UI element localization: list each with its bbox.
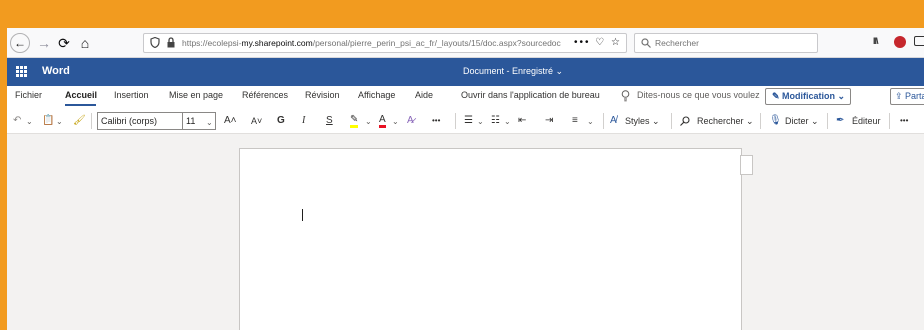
styles-button[interactable]: Styles ⌄	[625, 114, 660, 128]
highlight-icon[interactable]: ✎	[350, 114, 359, 128]
paste-icon[interactable]: 📋	[42, 114, 54, 128]
chevron-down-icon[interactable]: ⌄	[365, 117, 372, 126]
lightbulb-icon	[621, 90, 630, 102]
tab-references[interactable]: Références	[242, 90, 288, 100]
back-arrow-icon[interactable]: ←	[10, 33, 30, 53]
font-size-value: 11	[186, 116, 196, 126]
divider	[827, 113, 828, 129]
document-canvas	[7, 134, 924, 330]
divider	[889, 113, 890, 129]
url-domain: my.sharepoint.com	[241, 38, 313, 48]
page-actions[interactable]: ••• ♡ ☆	[574, 34, 622, 52]
font-size-dropdown[interactable]: 11 ⌄	[182, 112, 216, 130]
library-icon[interactable]: II\	[873, 36, 878, 46]
shield-icon[interactable]	[150, 37, 160, 48]
bullets-icon[interactable]: ☰	[464, 114, 473, 128]
forward-arrow-icon[interactable]: →	[34, 33, 54, 53]
chevron-down-icon[interactable]: ⌄	[504, 117, 511, 126]
document-title[interactable]: Document - Enregistré ⌄	[463, 66, 563, 77]
divider	[671, 113, 672, 129]
search-placeholder: Rechercher	[655, 38, 699, 48]
divider	[603, 113, 604, 129]
italic-button[interactable]: I	[302, 114, 305, 128]
tab-aide[interactable]: Aide	[415, 90, 433, 100]
tab-fichier[interactable]: Fichier	[15, 90, 42, 100]
app-launcher-icon[interactable]	[16, 66, 27, 77]
undo-icon[interactable]: ↶	[13, 114, 21, 128]
tell-me-search[interactable]: Dites-nous ce que vous voulez	[637, 90, 760, 100]
shrink-font-button[interactable]: A˅	[251, 114, 262, 128]
bold-button[interactable]: G	[277, 114, 285, 128]
chevron-down-icon[interactable]: ⌄	[392, 117, 399, 126]
divider	[91, 113, 92, 129]
font-name-value: Calibri (corps)	[101, 116, 158, 126]
sidebar-icon[interactable]	[914, 36, 924, 46]
chevron-down-icon[interactable]: ⌄	[26, 117, 33, 126]
more-font-options-button[interactable]: •••	[432, 114, 440, 128]
decrease-indent-icon[interactable]: ⇤	[518, 114, 526, 128]
editor-button[interactable]: Éditeur	[852, 114, 881, 128]
tab-accueil[interactable]: Accueil	[65, 90, 97, 100]
app-name[interactable]: Word	[42, 65, 70, 77]
microphone-icon[interactable]: 🎙	[769, 114, 782, 128]
home-icon[interactable]: ⌂	[75, 33, 95, 53]
lock-icon[interactable]	[166, 37, 176, 48]
ublock-icon[interactable]	[894, 36, 906, 48]
chevron-down-icon: ⌄	[206, 118, 213, 127]
reload-icon[interactable]: ⟳	[54, 33, 74, 53]
tab-insertion[interactable]: Insertion	[114, 90, 149, 100]
browser-toolbar: ← → ⟳ ⌂ https://ecolepsi-my.sharepoint.c…	[7, 28, 924, 58]
ribbon-tabs: Fichier Accueil Insertion Mise en page R…	[7, 86, 924, 108]
tab-mise-en-page[interactable]: Mise en page	[169, 90, 223, 100]
font-color-icon[interactable]: A	[379, 114, 386, 128]
active-tab-indicator	[65, 104, 96, 106]
numbering-icon[interactable]: ☷	[491, 114, 500, 128]
format-painter-icon[interactable]: 🖌	[73, 114, 86, 128]
dictate-button[interactable]: Dicter ⌄	[785, 114, 819, 128]
search-icon[interactable]	[680, 116, 690, 126]
search-icon	[641, 38, 651, 48]
tab-revision[interactable]: Révision	[305, 90, 340, 100]
browser-window: ← → ⟳ ⌂ https://ecolepsi-my.sharepoint.c…	[7, 28, 924, 330]
overflow-menu-button[interactable]: •••	[900, 114, 908, 128]
page-margin-marker	[740, 155, 753, 175]
document-page[interactable]	[239, 148, 742, 330]
browser-search-input[interactable]: Rechercher	[634, 33, 818, 53]
text-cursor	[302, 209, 303, 221]
word-app-header: Word Document - Enregistré ⌄	[7, 58, 924, 86]
divider	[455, 113, 456, 129]
url-prefix: https://ecolepsi-	[182, 38, 242, 48]
share-button[interactable]: ⇪ Partager	[890, 88, 924, 105]
ribbon-toolbar: ↶ ⌄ 📋 ⌄ 🖌 Calibri (corps) 11 ⌄ A˄ A˅ G I …	[7, 108, 924, 134]
underline-button[interactable]: S	[326, 114, 333, 128]
find-button[interactable]: Rechercher ⌄	[697, 114, 754, 128]
address-bar[interactable]: https://ecolepsi-my.sharepoint.com/perso…	[143, 33, 627, 53]
divider	[760, 113, 761, 129]
chevron-down-icon[interactable]: ⌄	[587, 117, 594, 126]
chevron-down-icon[interactable]: ⌄	[56, 117, 63, 126]
tab-affichage[interactable]: Affichage	[358, 90, 395, 100]
open-desktop-app-button[interactable]: Ouvrir dans l'application de bureau	[461, 90, 600, 100]
increase-indent-icon[interactable]: ⇥	[545, 114, 553, 128]
align-icon[interactable]: ≡	[572, 114, 578, 128]
chevron-down-icon[interactable]: ⌄	[477, 117, 484, 126]
editing-mode-button[interactable]: ✎ Modification ⌄	[765, 88, 851, 105]
url-path: /personal/pierre_perin_psi_ac_fr/_layout…	[312, 38, 561, 48]
editor-icon[interactable]: ✒	[836, 114, 844, 128]
grow-font-button[interactable]: A˄	[224, 114, 237, 128]
clear-formatting-icon[interactable]: A̷	[407, 114, 414, 128]
styles-icon[interactable]: A̸	[610, 114, 617, 128]
